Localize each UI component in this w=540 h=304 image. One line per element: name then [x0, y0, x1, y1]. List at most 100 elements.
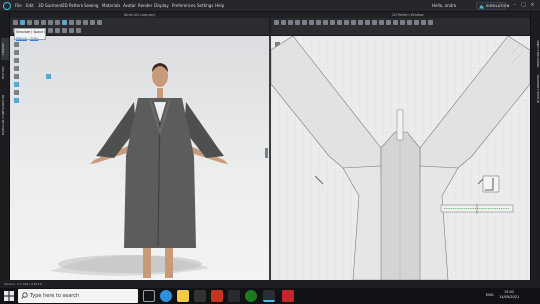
- taskbar-search-box[interactable]: Type here to search: [18, 289, 138, 303]
- video-link[interactable]: Video: [30, 36, 38, 40]
- minimize-button[interactable]: –: [511, 2, 518, 9]
- fold-arrangement-icon[interactable]: [337, 20, 342, 25]
- rotate-tool-icon[interactable]: [34, 20, 39, 25]
- free-sewing-icon[interactable]: [358, 20, 363, 25]
- pdf-reader-icon[interactable]: [282, 290, 294, 302]
- system-clock[interactable]: 15:02 14/05/2021: [499, 290, 519, 300]
- display-tool-icon[interactable]: [90, 20, 95, 25]
- media-icon[interactable]: [228, 290, 240, 302]
- windows-start-icon[interactable]: [4, 291, 14, 301]
- symmetry-tool-icon[interactable]: [407, 20, 412, 25]
- viewport-tool-icon[interactable]: [14, 50, 19, 55]
- simulation-icon: [479, 4, 484, 9]
- clo-app-icon[interactable]: [263, 290, 275, 302]
- garment-fit-icon[interactable]: [62, 20, 67, 25]
- store-icon[interactable]: [194, 290, 206, 302]
- avatar-neck: [157, 88, 163, 98]
- menu-materials[interactable]: Materials: [102, 3, 120, 8]
- texture-tool-icon[interactable]: [76, 20, 81, 25]
- office-icon[interactable]: [211, 290, 223, 302]
- viewport-tool-icon[interactable]: [14, 42, 19, 47]
- edit-texture-icon[interactable]: [372, 20, 377, 25]
- close-button[interactable]: ×: [529, 2, 536, 9]
- menu-2d-pattern[interactable]: 2D Pattern: [62, 3, 83, 8]
- graphic-tool-icon[interactable]: [379, 20, 384, 25]
- menu-file[interactable]: File: [15, 3, 22, 8]
- menu-render[interactable]: Render: [138, 3, 152, 8]
- grading-icon[interactable]: [386, 20, 391, 25]
- xbox-icon[interactable]: [245, 290, 257, 302]
- simulation-mode-button[interactable]: SIMULATION: [476, 2, 509, 10]
- camera-tool-icon[interactable]: [76, 28, 81, 33]
- tab-history[interactable]: HISTORY: [1, 62, 9, 84]
- puckering-tool-icon[interactable]: [48, 28, 53, 33]
- tab-object-browser[interactable]: OBJECT BROWSER: [532, 38, 540, 70]
- dart-tool-icon[interactable]: [330, 20, 335, 25]
- menu-sewing[interactable]: Sewing: [84, 3, 98, 8]
- circle-tool-icon[interactable]: [316, 20, 321, 25]
- ruler-tool-icon[interactable]: [393, 20, 398, 25]
- viewport-splitter-handle[interactable]: [265, 148, 268, 158]
- viewport-tool-icon[interactable]: [14, 58, 19, 63]
- 2d-pattern-viewport[interactable]: [271, 36, 530, 280]
- measure-tool-icon[interactable]: [69, 20, 74, 25]
- notch-tool-icon[interactable]: [400, 20, 405, 25]
- hanger-tool-icon[interactable]: [62, 28, 67, 33]
- strap-tool-icon[interactable]: [55, 28, 60, 33]
- file-explorer-icon[interactable]: [177, 290, 189, 302]
- rectangle-tool-icon[interactable]: [309, 20, 314, 25]
- menu-avatar[interactable]: Avatar: [123, 3, 136, 8]
- manual-link[interactable]: Manual: [16, 36, 27, 40]
- search-icon: [21, 292, 28, 299]
- trace-tool-icon[interactable]: [414, 20, 419, 25]
- clock-date: 14/05/2021: [499, 295, 520, 299]
- mode-label: SIMULATION: [486, 4, 510, 8]
- search-placeholder: Type here to search: [30, 293, 80, 299]
- add-point-icon[interactable]: [288, 20, 293, 25]
- tab-modular-configurator[interactable]: MODULAR CONFIGURATOR: [1, 86, 9, 144]
- segment-sewing-icon[interactable]: [351, 20, 356, 25]
- annotation-tool-icon[interactable]: [69, 28, 74, 33]
- menu-display[interactable]: Display: [154, 3, 169, 8]
- internal-line-icon[interactable]: [323, 20, 328, 25]
- edit-point-icon[interactable]: [281, 20, 286, 25]
- viewport-tool-icon[interactable]: [14, 74, 19, 79]
- tab-property-editor[interactable]: PROPERTY EDITOR: [532, 72, 540, 106]
- pin-tool-icon[interactable]: [48, 20, 53, 25]
- pattern-piece-collar[interactable]: [396, 109, 404, 141]
- tuck-tool-icon[interactable]: [365, 20, 370, 25]
- menu-3d-garment[interactable]: 3D Garment: [38, 3, 62, 8]
- avatar-tool-icon[interactable]: [83, 20, 88, 25]
- 3d-garment-viewport[interactable]: [10, 36, 269, 280]
- transform-pattern-icon[interactable]: [274, 20, 279, 25]
- edge-browser-icon[interactable]: [160, 290, 172, 302]
- pattern-piece-back[interactable]: [380, 131, 421, 280]
- pattern-layout-icon[interactable]: [421, 20, 426, 25]
- tack-tool-icon[interactable]: [55, 20, 60, 25]
- tab-library[interactable]: LIBRARY: [1, 38, 9, 60]
- status-text: Version: 5.2.344 (r16512): [4, 282, 43, 286]
- clo-logo-icon: [3, 2, 11, 10]
- render-tool-icon[interactable]: [97, 20, 102, 25]
- viewport-tool-icon[interactable]: [14, 66, 19, 71]
- task-view-icon[interactable]: [143, 290, 155, 302]
- menu-settings[interactable]: Settings: [197, 3, 213, 8]
- seam-allowance-icon[interactable]: [344, 20, 349, 25]
- viewport-tool-icon[interactable]: [14, 90, 19, 95]
- file-title: Ameh-01.coat.zpry: [124, 12, 156, 17]
- select-tool-icon[interactable]: [13, 20, 18, 25]
- polygon-tool-icon[interactable]: [302, 20, 307, 25]
- menu-edit[interactable]: Edit: [26, 3, 34, 8]
- viewport-tool-icon[interactable]: [14, 98, 19, 103]
- maximize-button[interactable]: □: [520, 2, 527, 9]
- keyboard-language[interactable]: ENG: [486, 293, 494, 297]
- simulate-tool-icon[interactable]: [20, 20, 25, 25]
- menu-preferences[interactable]: Preferences: [172, 3, 196, 8]
- fold-tool-icon[interactable]: [41, 20, 46, 25]
- viewport-tool-icon[interactable]: [14, 82, 19, 87]
- edit-curvature-icon[interactable]: [295, 20, 300, 25]
- gizmo-icon[interactable]: [46, 74, 51, 79]
- move-tool-icon[interactable]: [27, 20, 32, 25]
- menu-help[interactable]: Help: [215, 3, 224, 8]
- pattern-visibility-icon[interactable]: [428, 20, 433, 25]
